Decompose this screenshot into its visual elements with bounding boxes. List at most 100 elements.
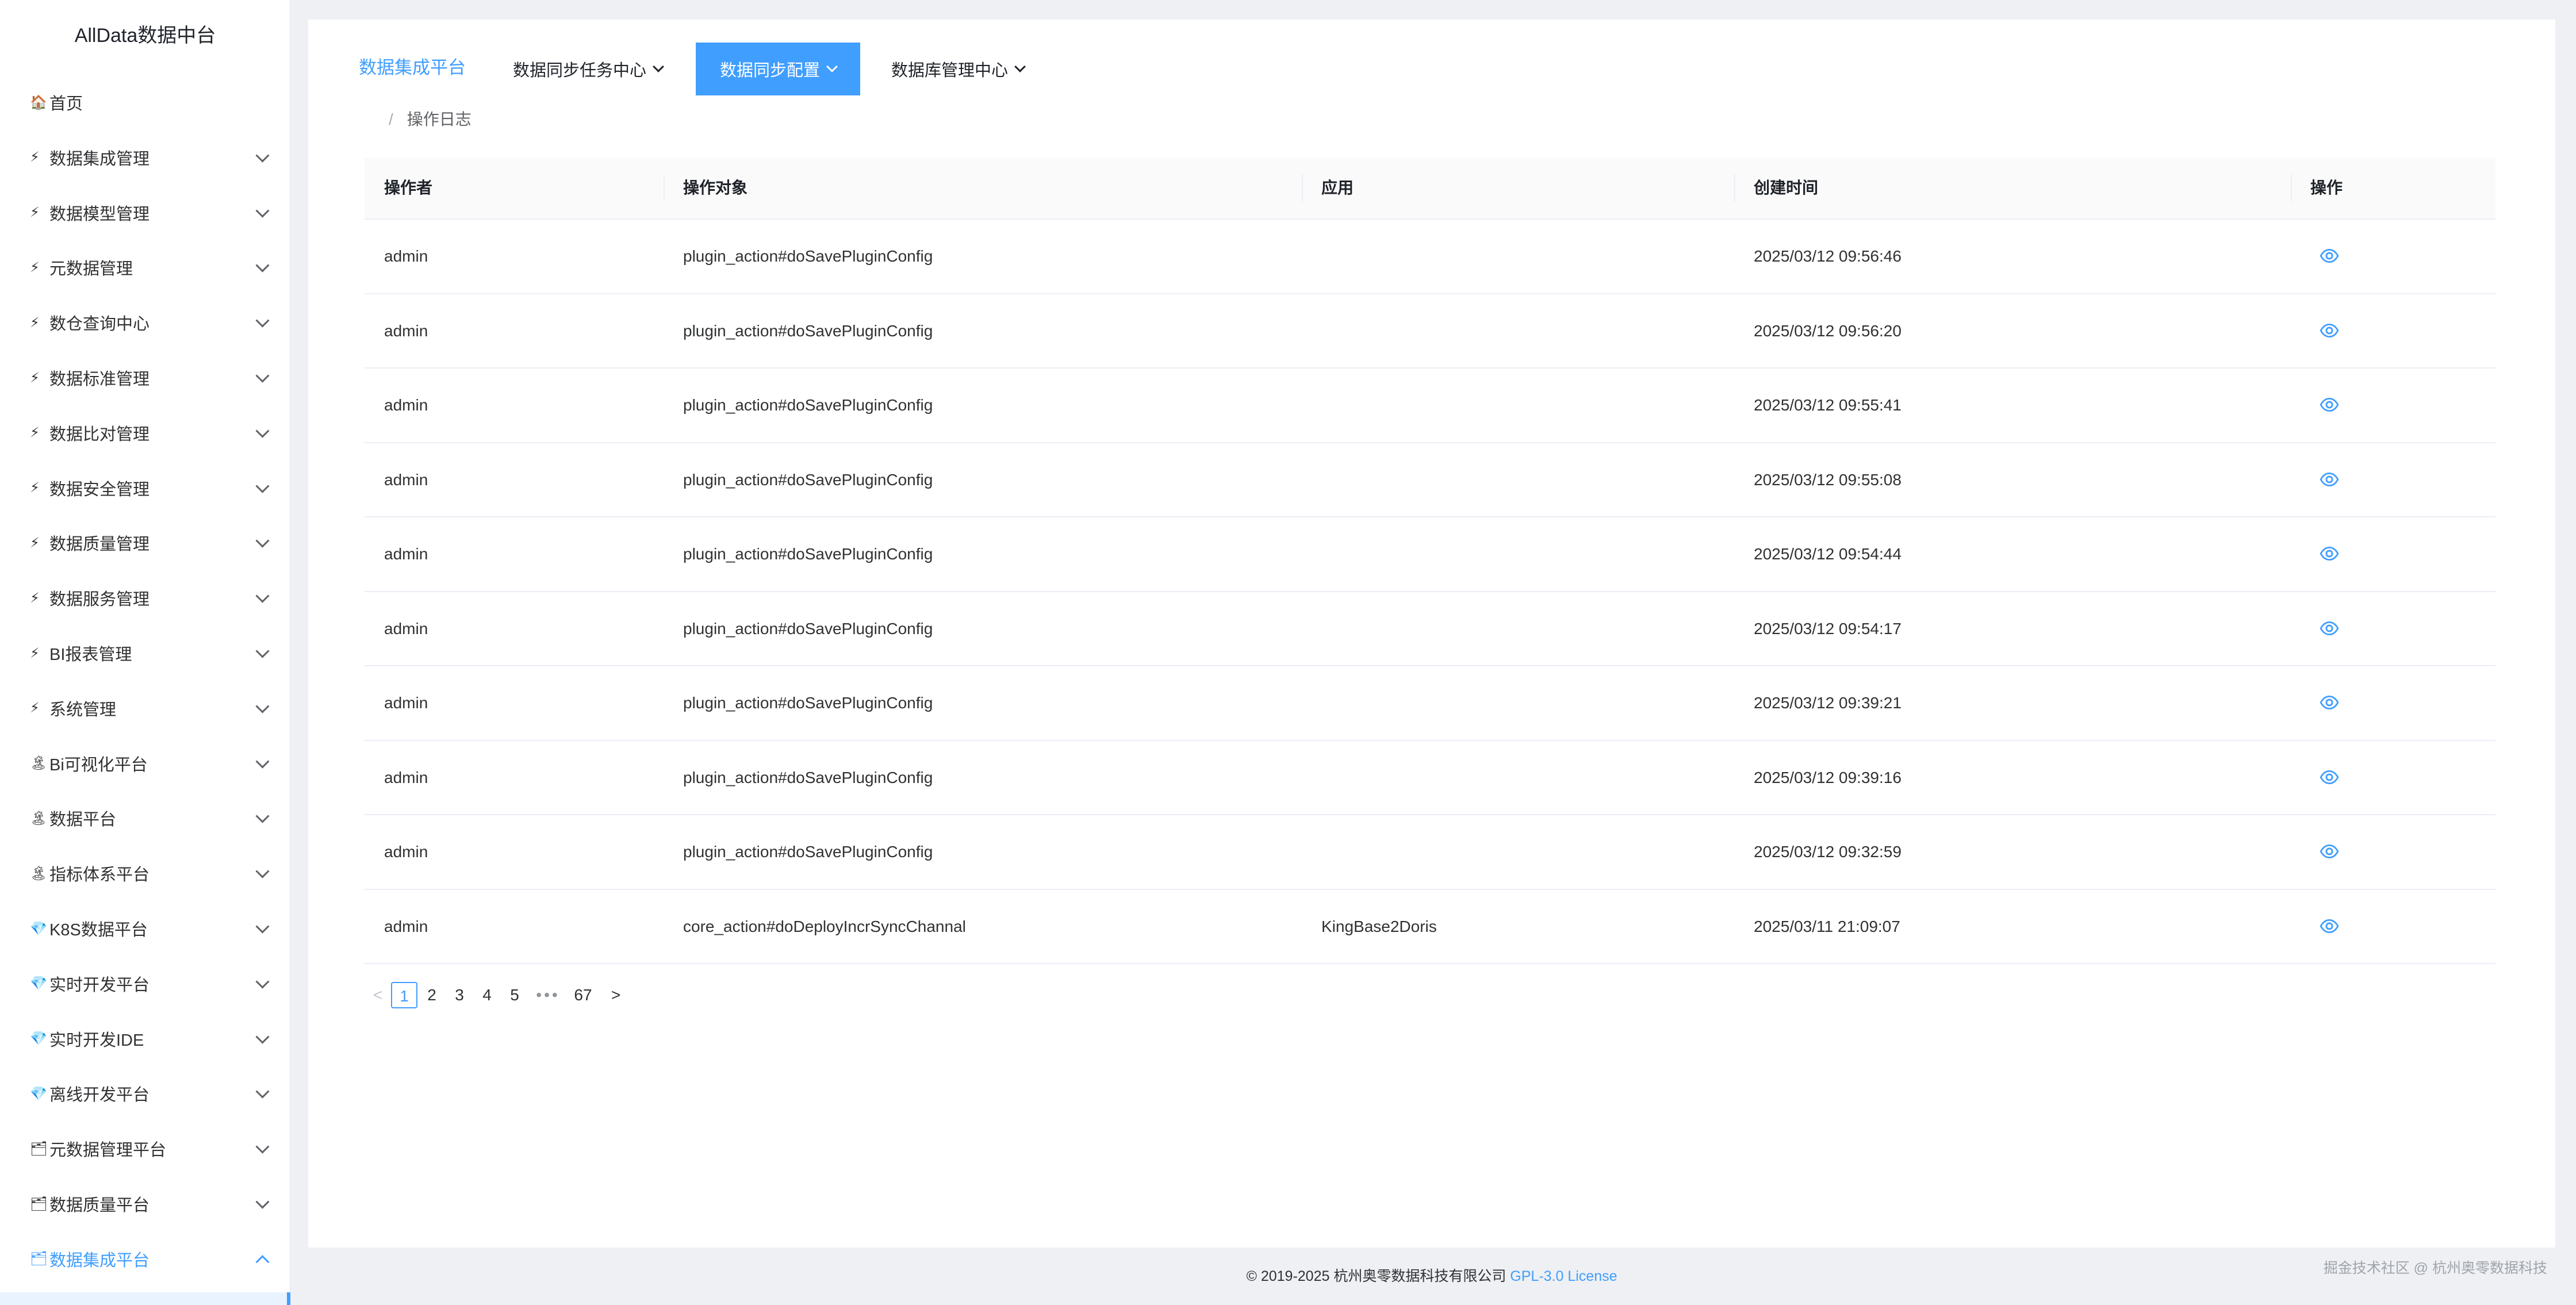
pagination-prev-button[interactable]: < [365, 982, 391, 1008]
footer: © 2019-2025 杭州奥零数据科技有限公司 GPL-3.0 License [308, 1265, 2555, 1285]
cell-operator: admin [384, 843, 428, 861]
menu-icon: ⚡ [30, 259, 40, 275]
cell-created: 2025/03/12 09:39:16 [1754, 768, 1902, 786]
sidebar-item-label: 实时开发平台 [49, 976, 150, 995]
topnav-platform-link[interactable]: 数据集成平台 [359, 53, 466, 79]
sidebar-item-19[interactable]: 🗂 元数据管理平台 [0, 1123, 288, 1174]
sidebar-item-21[interactable]: 🗂 数据集成平台 [0, 1233, 288, 1285]
menu-icon: ⚡ [30, 370, 40, 386]
sidebar-item-15[interactable]: 💎 K8S数据平台 [0, 903, 288, 954]
pagination-page-1[interactable]: 1 [391, 982, 417, 1008]
table-body: admin plugin_action#doSavePluginConfig 202… [365, 220, 2496, 964]
eye-icon[interactable] [2320, 693, 2339, 712]
pagination-page-4[interactable]: 4 [474, 982, 500, 1008]
chevron-down-icon [255, 699, 270, 713]
chevron-down-icon [255, 424, 270, 438]
menu-icon: ⚡ [30, 149, 40, 166]
chevron-down-icon [255, 204, 270, 218]
table-row: admin plugin_action#doSavePluginConfig 202… [365, 517, 2496, 592]
sidebar-item-18[interactable]: 💎 离线开发平台 [0, 1068, 288, 1119]
sidebar-item-label: BI报表管理 [49, 646, 132, 664]
menu-icon: 💎 [30, 1085, 47, 1101]
chevron-down-icon [1014, 61, 1026, 72]
eye-icon[interactable] [2320, 767, 2339, 787]
sidebar-item-4[interactable]: ⚡ 数仓查询中心 [0, 297, 288, 348]
sidebar-item-11[interactable]: ⚡ 系统管理 [0, 682, 288, 734]
topnav-item-2[interactable]: 数据库管理中心 [891, 43, 1026, 95]
pagination-page-5[interactable]: 5 [501, 982, 528, 1008]
eye-icon[interactable] [2320, 470, 2339, 489]
pagination-page-last[interactable]: 67 [567, 982, 599, 1008]
header-created: 创建时间 [1754, 179, 1819, 197]
cell-target: plugin_action#doSavePluginConfig [683, 321, 933, 340]
sidebar-item-label: 首页 [49, 95, 83, 113]
pagination-page-2[interactable]: 2 [419, 982, 445, 1008]
sidebar-item-1[interactable]: ⚡ 数据集成管理 [0, 132, 288, 183]
footer-license-link[interactable]: GPL-3.0 License [1510, 1268, 1617, 1284]
sidebar-item-label: 数据质量平台 [49, 1196, 150, 1215]
sidebar-item-14[interactable]: 🏝 指标体系平台 [0, 847, 288, 899]
eye-icon[interactable] [2320, 321, 2339, 340]
table-row: admin core_action#doDeployIncrSyncChannal… [365, 890, 2496, 964]
chevron-down-icon [255, 1030, 270, 1044]
sidebar-item-label: 元数据管理平台 [49, 1141, 167, 1160]
sidebar-item-20[interactable]: 🗂 数据质量平台 [0, 1178, 288, 1230]
active-submenu-strip [0, 1292, 290, 1305]
menu-icon: 🗂 [30, 1141, 48, 1157]
topnav-item-label: 数据库管理中心 [891, 62, 1009, 80]
sidebar-item-2[interactable]: ⚡ 数据模型管理 [0, 187, 288, 239]
topnav-item-0[interactable]: 数据同步任务中心 [513, 43, 664, 95]
sidebar-item-6[interactable]: ⚡ 数据比对管理 [0, 407, 288, 459]
sidebar-item-3[interactable]: ⚡ 元数据管理 [0, 241, 288, 293]
sidebar-item-5[interactable]: ⚡ 数据标准管理 [0, 352, 288, 404]
sidebar-item-17[interactable]: 💎 实时开发IDE [0, 1013, 288, 1065]
sidebar-item-label: 元数据管理 [49, 260, 133, 279]
eye-icon[interactable] [2320, 916, 2339, 936]
sidebar-item-12[interactable]: 🏝 Bi可视化平台 [0, 738, 288, 789]
pagination-page-3[interactable]: 3 [446, 982, 473, 1008]
eye-icon[interactable] [2320, 395, 2339, 414]
cell-target: plugin_action#doSavePluginConfig [683, 396, 933, 414]
menu-icon: 🏝 [30, 865, 48, 881]
cell-operator: admin [384, 619, 428, 638]
sidebar-item-13[interactable]: 🏝 数据平台 [0, 792, 288, 844]
sidebar-item-8[interactable]: ⚡ 数据质量管理 [0, 517, 288, 569]
header-target: 操作对象 [683, 179, 748, 197]
sidebar-item-label: Bi可视化平台 [49, 755, 148, 774]
cell-created: 2025/03/12 09:39:21 [1754, 694, 1902, 712]
cell-created: 2025/03/12 09:32:59 [1754, 843, 1902, 861]
sidebar-item-0[interactable]: 🏠 首页 [0, 76, 288, 128]
pagination-next-button[interactable]: > [603, 982, 629, 1008]
table-row: admin plugin_action#doSavePluginConfig 202… [365, 294, 2496, 369]
menu-icon: 🗂 [30, 1196, 48, 1212]
chevron-down-icon [255, 148, 270, 163]
cell-operator: admin [384, 396, 428, 414]
eye-icon[interactable] [2320, 544, 2339, 563]
chevron-up-icon [255, 1254, 270, 1269]
sidebar-item-10[interactable]: ⚡ BI报表管理 [0, 627, 288, 679]
chevron-down-icon [255, 1084, 270, 1099]
table-row: admin plugin_action#doSavePluginConfig 202… [365, 741, 2496, 815]
menu-icon: ⚡ [30, 590, 40, 606]
sidebar-item-label: 数仓查询中心 [49, 315, 150, 334]
menu-icon: 🏝 [30, 755, 48, 772]
table-row: admin plugin_action#doSavePluginConfig 202… [365, 369, 2496, 443]
topnav-item-label: 数据同步配置 [720, 62, 821, 80]
cell-created: 2025/03/12 09:56:46 [1754, 247, 1902, 265]
sidebar-item-16[interactable]: 💎 实时开发平台 [0, 958, 288, 1010]
menu-icon: ⚡ [30, 314, 40, 331]
cell-target: plugin_action#doSavePluginConfig [683, 843, 933, 861]
eye-icon[interactable] [2320, 246, 2339, 266]
sidebar-item-7[interactable]: ⚡ 数据安全管理 [0, 462, 288, 514]
eye-icon[interactable] [2320, 842, 2339, 861]
sidebar-item-9[interactable]: ⚡ 数据服务管理 [0, 572, 288, 624]
main-panel: 数据集成平台 数据同步任务中心 数据同步配置 数据库管理中心 / 操作日志 操作者 操… [308, 20, 2555, 1248]
sidebar-item-label: 数据服务管理 [49, 590, 150, 609]
breadcrumb: / 操作日志 [389, 107, 471, 130]
header-action: 操作 [2310, 179, 2343, 197]
pagination-ellipsis[interactable]: ••• [531, 982, 565, 1008]
topnav-item-1[interactable]: 数据同步配置 [696, 43, 861, 95]
chevron-down-icon [255, 1139, 270, 1154]
cell-target: plugin_action#doSavePluginConfig [683, 768, 933, 786]
eye-icon[interactable] [2320, 619, 2339, 638]
